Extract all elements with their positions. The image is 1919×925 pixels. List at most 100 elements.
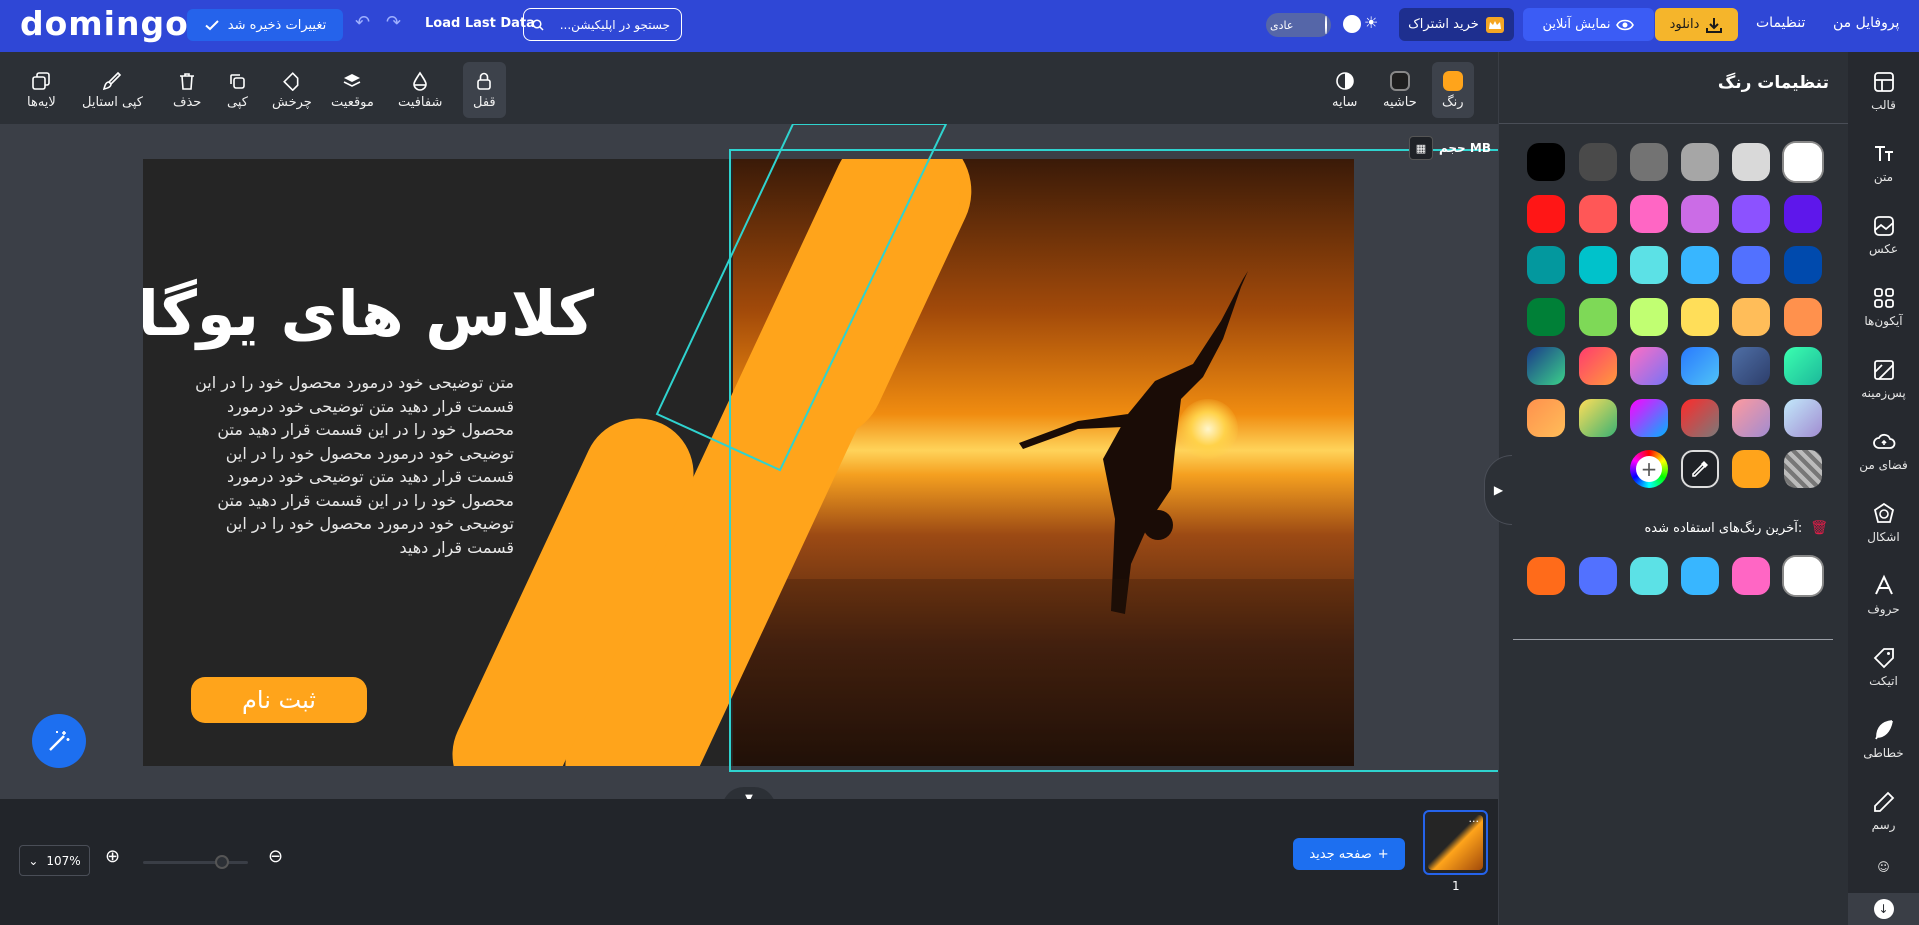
tool-position[interactable]: موقعیت bbox=[331, 62, 374, 118]
clear-recent-icon[interactable]: 🗑 bbox=[1810, 520, 1828, 536]
recent-color-swatch[interactable] bbox=[1784, 557, 1822, 595]
color-swatch[interactable] bbox=[1681, 297, 1719, 336]
design-description[interactable]: متن توضیحی خود درمورد محصول خود را در ای… bbox=[184, 371, 514, 559]
emoji-icon[interactable]: ☺ bbox=[1848, 852, 1919, 882]
color-swatch[interactable] bbox=[1681, 143, 1719, 181]
zoom-in-icon[interactable]: ⊕ bbox=[105, 846, 120, 867]
scroll-down-button[interactable]: ↓ bbox=[1848, 893, 1919, 925]
gradient-swatch[interactable] bbox=[1681, 399, 1719, 437]
color-swatch[interactable] bbox=[1784, 246, 1822, 284]
color-swatch[interactable] bbox=[1579, 194, 1617, 233]
tool-color[interactable]: رنگ bbox=[1432, 62, 1474, 118]
sidebar-item[interactable]: متن bbox=[1848, 132, 1919, 194]
color-swatch[interactable] bbox=[1630, 246, 1668, 284]
download-button[interactable]: دانلود bbox=[1655, 8, 1738, 41]
selection-box[interactable] bbox=[729, 149, 1498, 772]
sidebar-item[interactable]: آیکون‌ها bbox=[1848, 276, 1919, 338]
color-swatch[interactable] bbox=[1579, 297, 1617, 336]
gradient-swatch[interactable] bbox=[1732, 347, 1770, 385]
color-swatch[interactable] bbox=[1630, 297, 1668, 336]
color-swatch[interactable] bbox=[1630, 194, 1668, 233]
app-logo[interactable]: domingo bbox=[20, 4, 189, 43]
color-swatch[interactable] bbox=[1732, 297, 1770, 336]
color-swatch[interactable] bbox=[1630, 143, 1668, 181]
online-preview-button[interactable]: نمایش آنلاین bbox=[1523, 8, 1654, 41]
recent-color-swatch[interactable] bbox=[1681, 557, 1719, 595]
tool-rotate[interactable]: چرخش bbox=[272, 62, 312, 118]
color-swatch[interactable] bbox=[1732, 246, 1770, 284]
color-swatch[interactable] bbox=[1527, 297, 1565, 336]
sun-icon[interactable]: ☀ bbox=[1364, 13, 1378, 32]
zoom-out-icon[interactable]: ⊖ bbox=[268, 846, 283, 867]
more-icon[interactable]: ··· bbox=[1469, 815, 1480, 828]
zoom-select[interactable]: ⌄ 107% bbox=[19, 845, 90, 876]
subscribe-button[interactable]: خرید اشتراک bbox=[1399, 8, 1514, 41]
signup-button[interactable]: ثبت نام bbox=[191, 677, 367, 723]
theme-toggle[interactable] bbox=[1343, 15, 1361, 33]
redo-icon[interactable]: ↷ bbox=[386, 12, 401, 33]
sidebar-item[interactable]: اتیکت bbox=[1848, 636, 1919, 698]
sidebar-item[interactable]: قالب bbox=[1848, 60, 1919, 122]
color-swatch[interactable] bbox=[1527, 246, 1565, 284]
sidebar-item[interactable]: اشکال bbox=[1848, 492, 1919, 554]
tool-border[interactable]: حاشیه bbox=[1383, 62, 1417, 118]
transparent-swatch[interactable] bbox=[1784, 450, 1822, 488]
search-box[interactable] bbox=[523, 8, 682, 41]
color-swatch[interactable] bbox=[1527, 194, 1565, 233]
magic-wand-button[interactable] bbox=[32, 714, 86, 768]
color-swatch[interactable] bbox=[1732, 143, 1770, 181]
color-swatch[interactable] bbox=[1784, 194, 1822, 233]
sidebar-item[interactable]: رسم bbox=[1848, 780, 1919, 842]
current-color-swatch[interactable] bbox=[1732, 450, 1770, 488]
nav-profile[interactable]: پروفایل من bbox=[1833, 15, 1899, 31]
gradient-swatch[interactable] bbox=[1527, 399, 1565, 437]
gradient-swatch[interactable] bbox=[1527, 347, 1565, 385]
collapse-bottom-button[interactable]: ▼ bbox=[722, 787, 776, 799]
zoom-slider-thumb[interactable] bbox=[214, 855, 229, 869]
gradient-swatch[interactable] bbox=[1784, 347, 1822, 385]
recent-color-swatch[interactable] bbox=[1579, 557, 1617, 595]
gradient-swatch[interactable] bbox=[1784, 399, 1822, 437]
color-swatch[interactable] bbox=[1681, 246, 1719, 284]
save-status-button[interactable]: تغییرات ذخیره شد bbox=[187, 9, 343, 41]
recent-color-swatch[interactable] bbox=[1527, 557, 1565, 595]
gradient-swatch[interactable] bbox=[1630, 347, 1668, 385]
tool-copy-style[interactable]: کپی استایل bbox=[82, 62, 143, 118]
color-swatch[interactable] bbox=[1732, 194, 1770, 233]
zoom-slider[interactable] bbox=[143, 861, 248, 864]
color-swatch[interactable] bbox=[1784, 143, 1822, 181]
gradient-swatch[interactable] bbox=[1681, 347, 1719, 385]
gradient-swatch[interactable] bbox=[1579, 347, 1617, 385]
eyedropper-button[interactable] bbox=[1681, 450, 1719, 488]
sidebar-item[interactable]: فضای من bbox=[1848, 420, 1919, 482]
gradient-swatch[interactable] bbox=[1630, 399, 1668, 437]
tool-layers[interactable]: لایه‌ها bbox=[27, 62, 56, 118]
recent-color-swatch[interactable] bbox=[1732, 557, 1770, 595]
file-size-indicator[interactable]: ▦ حجم MB bbox=[1409, 136, 1491, 160]
design-title[interactable]: کلاس های یوگا bbox=[143, 277, 594, 350]
color-swatch[interactable] bbox=[1579, 143, 1617, 181]
tool-shadow[interactable]: سایه bbox=[1332, 62, 1357, 118]
tool-opacity[interactable]: شفافیت bbox=[398, 62, 442, 118]
mode-toggle[interactable]: عادی bbox=[1266, 13, 1331, 37]
undo-icon[interactable]: ↶ bbox=[355, 12, 370, 33]
sidebar-item[interactable]: عکس bbox=[1848, 204, 1919, 266]
tool-lock[interactable]: قفل bbox=[463, 62, 506, 118]
custom-color-button[interactable]: + bbox=[1630, 450, 1668, 488]
sidebar-item[interactable]: خطاطی bbox=[1848, 708, 1919, 770]
page-thumbnail[interactable]: ··· bbox=[1423, 810, 1488, 875]
color-swatch[interactable] bbox=[1527, 143, 1565, 181]
color-swatch[interactable] bbox=[1784, 297, 1822, 336]
tool-delete[interactable]: حذف bbox=[173, 62, 201, 118]
load-last-data-button[interactable]: Load Last Data bbox=[425, 16, 535, 31]
gradient-swatch[interactable] bbox=[1579, 399, 1617, 437]
sidebar-item[interactable]: پس‌زمینه bbox=[1848, 348, 1919, 410]
color-swatch[interactable] bbox=[1681, 194, 1719, 233]
sidebar-item[interactable]: حروف bbox=[1848, 564, 1919, 626]
color-swatch[interactable] bbox=[1579, 246, 1617, 284]
tool-copy[interactable]: کپی bbox=[227, 62, 248, 118]
nav-settings[interactable]: تنظیمات bbox=[1756, 15, 1805, 31]
gradient-swatch[interactable] bbox=[1732, 399, 1770, 437]
new-page-button[interactable]: صفحه جدید + bbox=[1293, 838, 1405, 870]
recent-color-swatch[interactable] bbox=[1630, 557, 1668, 595]
